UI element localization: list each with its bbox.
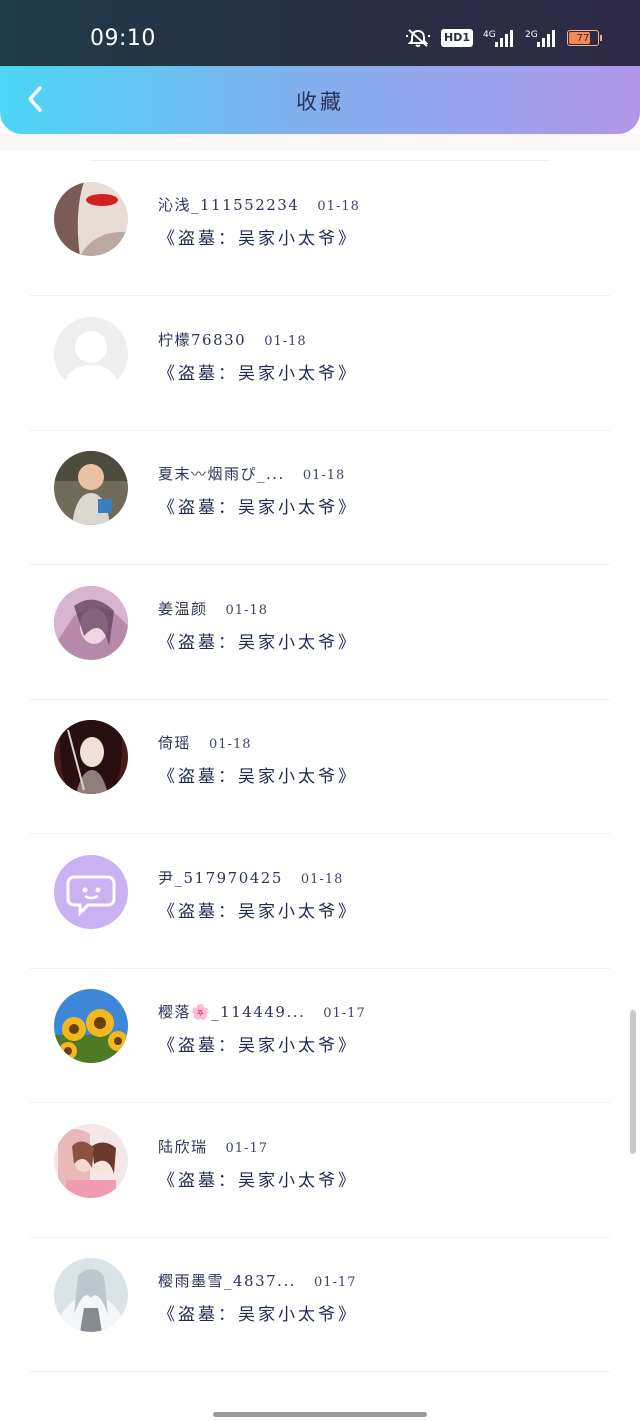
item-meta: 姜温颜 01-18: [158, 598, 268, 619]
signal-4g-icon: 4G: [483, 28, 515, 48]
username: 沁浅_111552234: [158, 196, 300, 214]
home-indicator[interactable]: [213, 1412, 427, 1417]
username: 樱落🌸_114449...: [158, 1003, 306, 1021]
item-meta: 陆欣瑞 01-17: [158, 1136, 268, 1157]
work-title-link[interactable]: 《盗墓：吴家小太爷》: [158, 224, 358, 249]
net1-label: 4G: [483, 30, 496, 40]
item-date: 01-18: [225, 602, 268, 618]
list-item[interactable]: 樱落🌸_114449... 01-17 《盗墓：吴家小太爷》: [0, 969, 640, 1103]
work-title-link[interactable]: 《盗墓：吴家小太爷》: [158, 762, 358, 787]
avatar[interactable]: [54, 720, 128, 794]
item-date: 01-18: [264, 333, 307, 349]
status-icons: HD1 4G 2G 77: [405, 28, 602, 48]
work-title-link[interactable]: 《盗墓：吴家小太爷》: [158, 359, 358, 384]
favorites-list: 沁浅_111552234 01-18 《盗墓：吴家小太爷》 柠檬76830 01-18 《…: [0, 150, 640, 1372]
scrollbar[interactable]: [630, 1010, 636, 1154]
avatar[interactable]: [54, 182, 128, 256]
net2-label: 2G: [525, 30, 538, 40]
list-item[interactable]: 樱雨墨雪_4837... 01-17 《盗墓：吴家小太爷》: [0, 1238, 640, 1372]
work-title-link[interactable]: 《盗墓：吴家小太爷》: [158, 628, 358, 653]
username: 尹_517970425: [158, 868, 283, 887]
item-meta: 夏末〰烟雨ぴ_... 01-18: [158, 463, 345, 484]
avatar[interactable]: [54, 585, 128, 660]
username: 夏末〰烟雨ぴ_...: [158, 465, 285, 483]
item-meta: 倚瑶 01-18: [158, 732, 252, 753]
avatar[interactable]: [54, 854, 128, 929]
item-date: 01-17: [225, 1140, 268, 1156]
status-bar: 09:10 HD1 4G 2G 77: [0, 0, 640, 66]
item-date: 01-18: [302, 468, 346, 483]
item-meta: 樱落🌸_114449... 01-17: [158, 1001, 366, 1022]
page-title: 收藏: [296, 90, 344, 114]
item-meta: 柠檬76830 01-18: [158, 329, 307, 350]
avatar[interactable]: [54, 1258, 128, 1332]
work-title-link[interactable]: 《盗墓：吴家小太爷》: [158, 1166, 358, 1191]
item-date: 01-17: [313, 1275, 357, 1290]
work-title-link[interactable]: 《盗墓：吴家小太爷》: [158, 1031, 358, 1056]
top-bar: 收藏: [0, 66, 640, 134]
list-item[interactable]: 尹_517970425 01-18 《盗墓：吴家小太爷》: [0, 835, 640, 969]
list-item[interactable]: 沁浅_111552234 01-18 《盗墓：吴家小太爷》: [0, 162, 640, 296]
work-title-link[interactable]: 《盗墓：吴家小太爷》: [158, 1300, 358, 1325]
avatar[interactable]: [54, 451, 128, 525]
avatar[interactable]: [54, 1123, 128, 1198]
status-time: 09:10: [90, 26, 156, 51]
item-meta: 沁浅_111552234 01-18: [158, 194, 360, 215]
item-date: 01-18: [317, 199, 360, 214]
username: 樱雨墨雪_4837...: [158, 1272, 296, 1290]
username: 倚瑶: [158, 734, 192, 752]
list-top-divider: [90, 160, 550, 161]
work-title-link[interactable]: 《盗墓：吴家小太爷》: [158, 493, 358, 518]
item-date: 01-17: [323, 1006, 366, 1021]
item-meta: 樱雨墨雪_4837... 01-17: [158, 1270, 356, 1291]
hd-voice-icon: HD1: [441, 29, 473, 47]
list-item[interactable]: 柠檬76830 01-18 《盗墓：吴家小太爷》: [0, 297, 640, 431]
signal-2g-icon: 2G: [525, 28, 557, 48]
battery-level: 77: [576, 32, 590, 44]
avatar[interactable]: [54, 989, 128, 1063]
work-title-link[interactable]: 《盗墓：吴家小太爷》: [158, 897, 358, 922]
header-divider: [0, 134, 640, 150]
row-divider: [30, 1371, 610, 1372]
avatar[interactable]: [54, 316, 128, 391]
list-item[interactable]: 夏末〰烟雨ぴ_... 01-18 《盗墓：吴家小太爷》: [0, 431, 640, 565]
list-item[interactable]: 姜温颜 01-18 《盗墓：吴家小太爷》: [0, 566, 640, 700]
item-date: 01-18: [209, 737, 252, 752]
username: 姜温颜: [158, 599, 208, 618]
list-item[interactable]: 陆欣瑞 01-17 《盗墓：吴家小太爷》: [0, 1104, 640, 1238]
username: 陆欣瑞: [158, 1137, 208, 1156]
username: 柠檬76830: [158, 330, 247, 349]
item-date: 01-18: [300, 871, 344, 887]
list-item[interactable]: 倚瑶 01-18 《盗墓：吴家小太爷》: [0, 700, 640, 834]
battery-icon: 77: [567, 30, 602, 46]
item-meta: 尹_517970425 01-18: [158, 867, 343, 888]
mute-bell-icon: [405, 28, 431, 48]
